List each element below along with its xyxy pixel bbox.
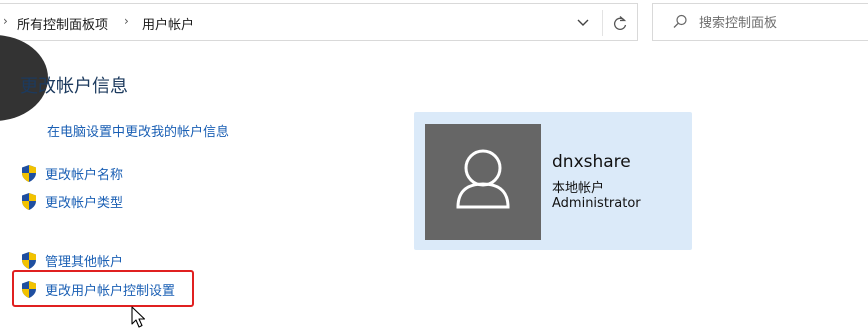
address-history-button[interactable] <box>572 13 594 33</box>
breadcrumb-user-accounts[interactable]: 用户帐户 <box>142 14 194 33</box>
change-account-type-link[interactable]: 更改帐户类型 <box>20 190 123 212</box>
task-label: 更改帐户类型 <box>45 195 124 211</box>
uac-shield-icon <box>22 251 36 269</box>
chevron-down-icon <box>577 19 589 26</box>
user-avatar-icon <box>456 149 510 209</box>
control-panel-window: › 所有控制面板项 › 用户帐户 更改帐户信息 在电脑设 <box>0 0 868 335</box>
search-input[interactable] <box>697 10 868 36</box>
uac-shield-icon <box>22 192 36 210</box>
pc-settings-link[interactable]: 在电脑设置中更改我的帐户信息 <box>47 121 229 140</box>
task-label: 管理其他帐户 <box>45 254 124 270</box>
mouse-cursor-icon <box>131 306 146 328</box>
uac-shield-icon <box>22 164 36 182</box>
change-account-name-link[interactable]: 更改帐户名称 <box>20 162 123 184</box>
account-name: dnxshare <box>552 152 631 172</box>
page-title: 更改帐户信息 <box>20 76 128 97</box>
task-label: 更改帐户名称 <box>45 167 124 183</box>
user-avatar[interactable] <box>425 124 541 240</box>
breadcrumb-all-control-panel-items[interactable]: 所有控制面板项 <box>17 14 108 33</box>
manage-other-accounts-link[interactable]: 管理其他帐户 <box>20 249 123 271</box>
account-card: dnxshare 本地帐户 Administrator <box>414 112 692 250</box>
address-divider <box>602 10 603 36</box>
search-icon <box>671 13 689 31</box>
address-bar[interactable]: › 所有控制面板项 › 用户帐户 <box>0 3 638 41</box>
account-type: 本地帐户 <box>552 181 605 196</box>
breadcrumb-separator-icon[interactable]: › <box>3 14 8 28</box>
search-box[interactable] <box>652 3 868 41</box>
account-role: Administrator <box>552 196 641 211</box>
highlight-annotation <box>12 270 194 307</box>
refresh-button[interactable] <box>607 11 633 35</box>
breadcrumb-separator-icon[interactable]: › <box>124 14 129 28</box>
refresh-icon <box>614 16 627 30</box>
